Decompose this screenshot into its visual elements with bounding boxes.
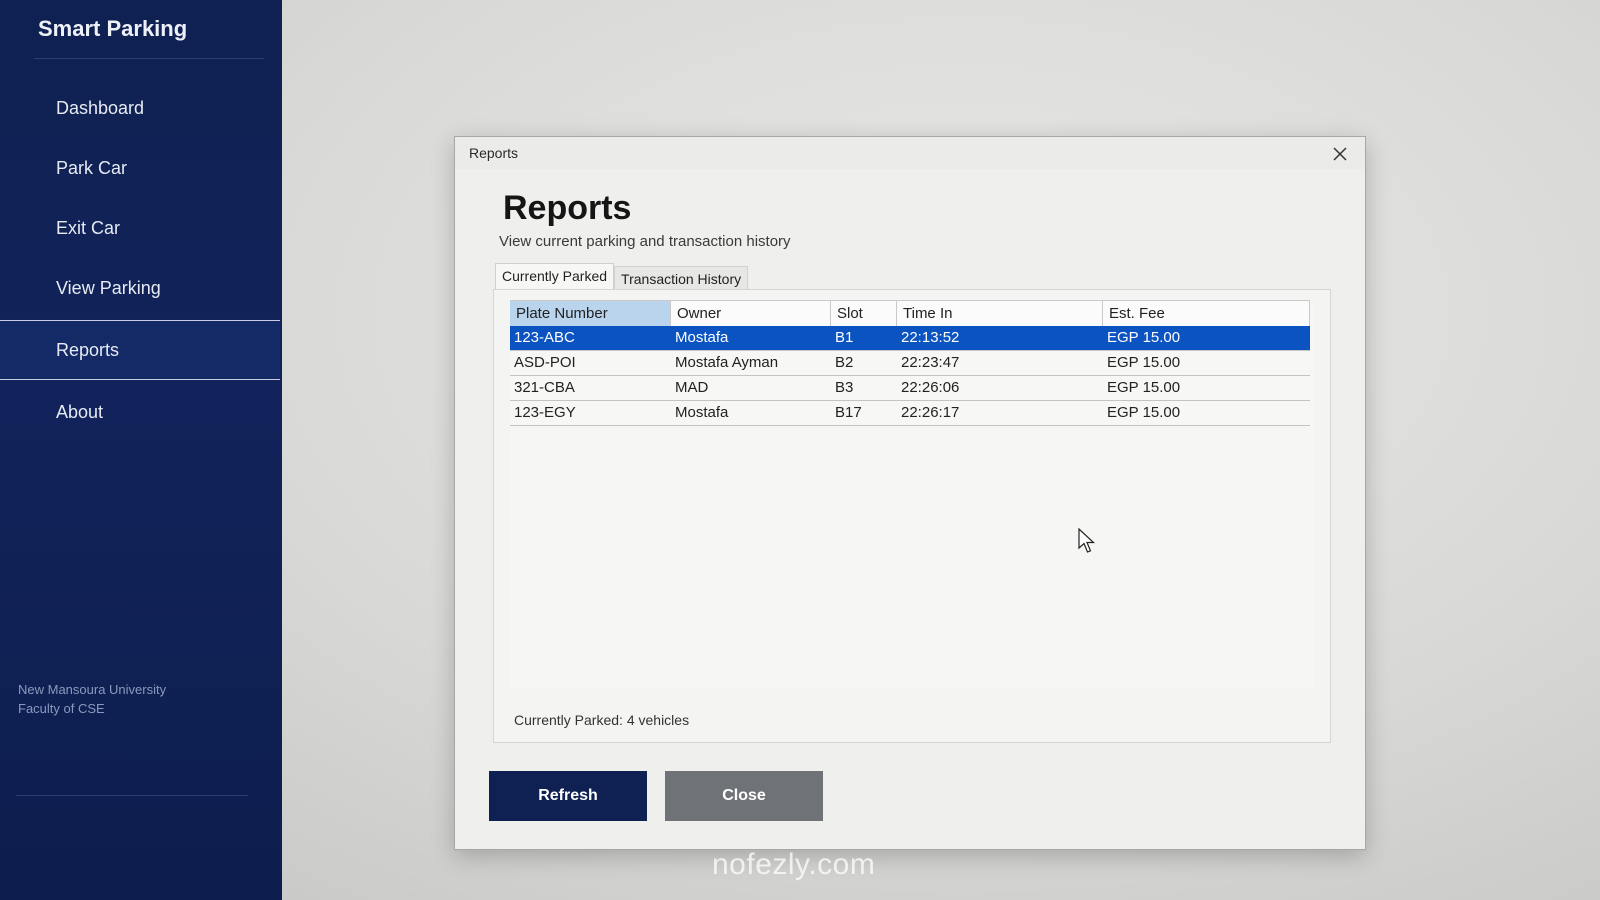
parked-count-status: Currently Parked: 4 vehicles	[514, 712, 690, 728]
dialog-titlebar[interactable]: Reports	[455, 137, 1365, 169]
tab-transaction-history[interactable]: Transaction History	[614, 266, 749, 290]
cell-owner: Mostafa	[675, 404, 729, 421]
sidebar-item-reports[interactable]: Reports	[0, 320, 280, 380]
sidebar-item-dashboard[interactable]: Dashboard	[0, 78, 280, 138]
mouse-pointer-icon	[1078, 527, 1096, 554]
footer-divider	[16, 795, 248, 796]
brand-divider	[34, 58, 264, 59]
cell-est-fee: EGP 15.00	[1107, 354, 1181, 371]
column-header-plate-number[interactable]: Plate Number	[510, 300, 671, 326]
cell-time-in: 22:13:52	[901, 329, 960, 346]
cell-time-in: 22:26:06	[901, 379, 960, 396]
tab-panel-currently-parked: Plate Number Owner Slot Time In Est. Fee…	[493, 289, 1331, 743]
column-header-slot[interactable]: Slot	[831, 300, 897, 326]
table-row[interactable]: 123-ABC Mostafa B1 22:13:52 EGP 15.00	[510, 326, 1310, 351]
close-icon[interactable]	[1329, 143, 1351, 165]
sidebar-item-park-car[interactable]: Park Car	[0, 138, 280, 198]
sidebar-item-label: About	[56, 401, 104, 422]
sidebar: Smart Parking Dashboard Park Car Exit Ca…	[0, 0, 282, 900]
sidebar-footer: New Mansoura University Faculty of CSE	[18, 680, 166, 718]
sidebar-item-view-parking[interactable]: View Parking	[0, 258, 280, 318]
page-subtitle: View current parking and transaction his…	[499, 233, 791, 250]
app-brand: Smart Parking	[38, 16, 188, 41]
table-row[interactable]: 123-EGY Mostafa B17 22:26:17 EGP 15.00	[510, 401, 1310, 426]
cell-plate-number: 321-CBA	[514, 379, 575, 396]
close-button[interactable]: Close	[665, 771, 823, 821]
table-header: Plate Number Owner Slot Time In Est. Fee	[510, 300, 1310, 327]
column-header-est-fee[interactable]: Est. Fee	[1103, 300, 1310, 326]
cell-plate-number: ASD-POI	[514, 354, 576, 371]
sidebar-item-label: Reports	[56, 339, 120, 360]
footer-faculty: Faculty of CSE	[18, 701, 105, 716]
cell-time-in: 22:23:47	[901, 354, 960, 371]
column-header-time-in[interactable]: Time In	[897, 300, 1103, 326]
page-title: Reports	[503, 189, 632, 227]
cell-slot: B1	[835, 329, 854, 346]
tab-strip: Currently Parked Transaction History	[495, 263, 749, 290]
table-row[interactable]: ASD-POI Mostafa Ayman B2 22:23:47 EGP 15…	[510, 351, 1310, 376]
cell-owner: MAD	[675, 379, 709, 396]
cell-slot: B3	[835, 379, 854, 396]
cell-slot: B17	[835, 404, 862, 421]
cell-time-in: 22:26:17	[901, 404, 960, 421]
cell-owner: Mostafa Ayman	[675, 354, 779, 371]
footer-university: New Mansoura University	[18, 682, 167, 697]
sidebar-item-label: Dashboard	[56, 97, 145, 118]
column-header-owner[interactable]: Owner	[671, 300, 831, 326]
sidebar-item-label: Park Car	[56, 157, 128, 178]
dialog-window-title: Reports	[469, 145, 519, 161]
cell-slot: B2	[835, 354, 854, 371]
cell-plate-number: 123-ABC	[514, 329, 575, 346]
cell-est-fee: EGP 15.00	[1107, 379, 1181, 396]
sidebar-item-about[interactable]: About	[0, 382, 280, 442]
cell-est-fee: EGP 15.00	[1107, 329, 1181, 346]
refresh-button[interactable]: Refresh	[489, 771, 647, 821]
cell-owner: Mostafa	[675, 329, 729, 346]
sidebar-item-exit-car[interactable]: Exit Car	[0, 198, 280, 258]
parked-vehicles-table[interactable]: Plate Number Owner Slot Time In Est. Fee…	[510, 300, 1314, 688]
reports-dialog: Reports Reports View current parking and…	[454, 136, 1366, 850]
table-row[interactable]: 321-CBA MAD B3 22:26:06 EGP 15.00	[510, 376, 1310, 401]
cell-est-fee: EGP 15.00	[1107, 404, 1181, 421]
sidebar-item-label: Exit Car	[56, 217, 121, 238]
tab-currently-parked[interactable]: Currently Parked	[495, 263, 615, 290]
sidebar-item-label: View Parking	[56, 277, 161, 298]
watermark: nofezly.com	[712, 848, 876, 881]
cell-plate-number: 123-EGY	[514, 404, 576, 421]
